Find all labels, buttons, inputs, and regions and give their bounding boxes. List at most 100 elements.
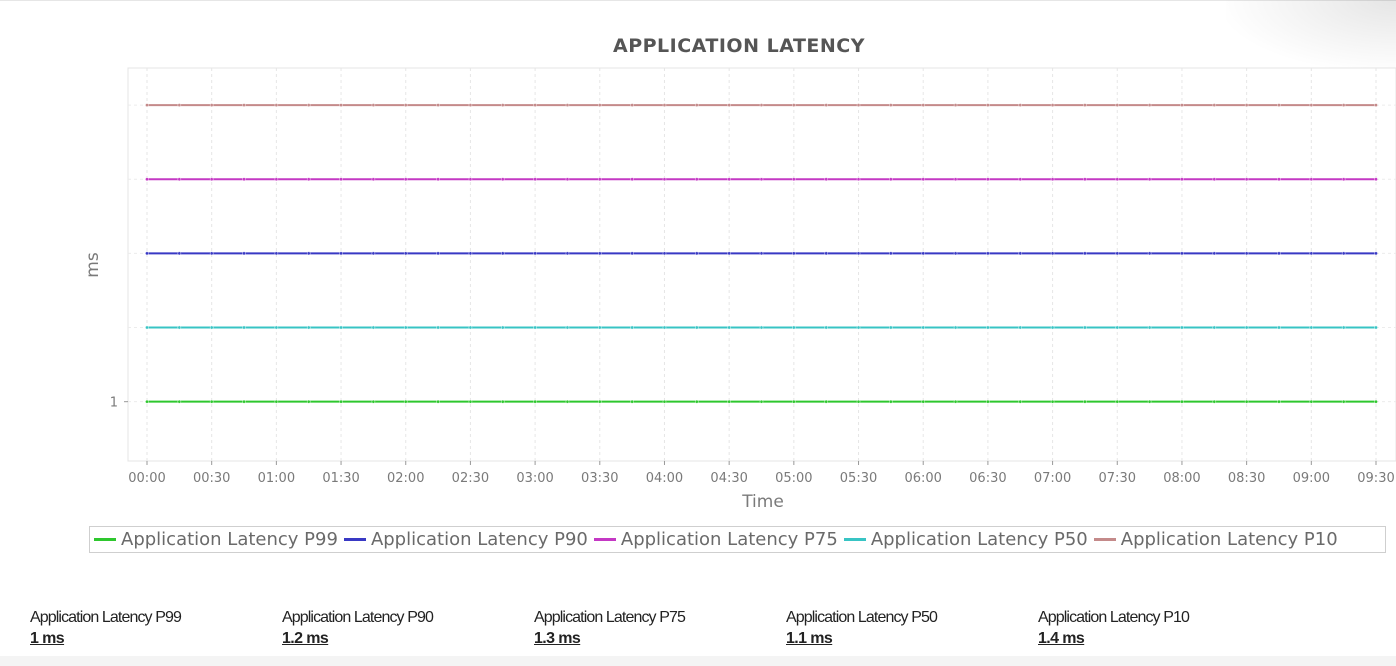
data-point bbox=[1147, 399, 1152, 404]
data-point bbox=[921, 251, 926, 256]
data-point bbox=[759, 177, 764, 182]
data-point bbox=[889, 251, 893, 256]
data-point bbox=[371, 325, 376, 330]
data-point bbox=[986, 177, 990, 182]
data-point bbox=[339, 251, 343, 256]
chart-legend: Application Latency P99 Application Laten… bbox=[89, 526, 1386, 553]
x-tick-label: 07:00 bbox=[1034, 471, 1071, 486]
data-point bbox=[242, 399, 246, 404]
data-point bbox=[597, 251, 602, 256]
legend-label: Application Latency P99 bbox=[121, 529, 338, 550]
legend-label: Application Latency P75 bbox=[620, 529, 838, 550]
data-point bbox=[177, 325, 182, 330]
data-point bbox=[1147, 325, 1152, 330]
summary-value-link[interactable]: 1.3 ms bbox=[534, 628, 786, 650]
data-point bbox=[1050, 399, 1055, 404]
x-tick-label: 02:30 bbox=[452, 471, 489, 486]
data-point bbox=[889, 399, 893, 404]
data-point bbox=[306, 399, 311, 404]
data-point bbox=[500, 399, 505, 404]
data-point bbox=[824, 325, 828, 330]
data-point bbox=[1083, 325, 1087, 330]
x-tick-label: 02:00 bbox=[387, 471, 424, 486]
summary-value-link[interactable]: 1.4 ms bbox=[1038, 628, 1290, 650]
data-point bbox=[953, 399, 958, 404]
data-point bbox=[339, 177, 343, 182]
data-point bbox=[533, 325, 537, 330]
data-point bbox=[824, 399, 828, 404]
data-point bbox=[1180, 399, 1184, 404]
x-tick-label: 05:00 bbox=[775, 471, 812, 486]
legend-item[interactable]: Application Latency P75 bbox=[593, 529, 838, 550]
data-point bbox=[565, 325, 570, 330]
data-point bbox=[792, 177, 796, 182]
data-point bbox=[727, 399, 731, 404]
data-point bbox=[533, 399, 537, 404]
data-point bbox=[1212, 325, 1217, 330]
legend-item[interactable]: Application Latency P90 bbox=[343, 529, 588, 550]
data-point bbox=[403, 177, 408, 182]
legend-label: Application Latency P10 bbox=[1120, 529, 1338, 550]
data-point bbox=[1341, 177, 1346, 182]
data-point bbox=[695, 399, 699, 404]
data-point bbox=[921, 399, 926, 404]
bottom-strip bbox=[0, 656, 1396, 666]
data-point bbox=[695, 251, 699, 256]
summary-value-link[interactable]: 1.1 ms bbox=[786, 628, 1038, 650]
data-point bbox=[177, 399, 182, 404]
data-point bbox=[1277, 325, 1281, 330]
data-point bbox=[1374, 251, 1378, 256]
data-point bbox=[403, 325, 408, 330]
data-point bbox=[695, 103, 699, 107]
legend-item[interactable]: Application Latency P99 bbox=[94, 529, 338, 550]
legend-item[interactable]: Application Latency P50 bbox=[843, 529, 1088, 550]
x-tick-label: 08:00 bbox=[1163, 471, 1200, 486]
data-point bbox=[792, 399, 796, 404]
data-point bbox=[468, 251, 473, 256]
data-point bbox=[436, 399, 440, 404]
data-point bbox=[1277, 251, 1281, 256]
latency-chart: APPLICATION LATENCY 00:00 00:30 01:00 01:30… bbox=[83, 35, 1396, 512]
data-point bbox=[1374, 325, 1378, 330]
data-point bbox=[1309, 177, 1314, 182]
legend-swatch bbox=[843, 538, 866, 541]
data-point bbox=[824, 251, 828, 256]
data-point bbox=[177, 103, 182, 107]
data-point bbox=[209, 399, 214, 404]
data-point bbox=[274, 399, 279, 404]
summary-value-link[interactable]: 1 ms bbox=[30, 628, 282, 650]
data-point bbox=[662, 103, 667, 107]
data-point bbox=[1244, 177, 1249, 182]
summary-label: Application Latency P99 bbox=[30, 609, 182, 626]
data-point bbox=[209, 103, 214, 107]
data-point bbox=[1341, 325, 1346, 330]
data-point bbox=[242, 177, 246, 182]
data-point bbox=[889, 177, 893, 182]
x-tick-label: 04:00 bbox=[646, 471, 683, 486]
data-point bbox=[921, 103, 926, 107]
data-point bbox=[727, 177, 731, 182]
data-point bbox=[468, 325, 473, 330]
data-point bbox=[1083, 251, 1087, 256]
data-point bbox=[1244, 103, 1249, 107]
data-point bbox=[371, 103, 376, 107]
summary-item: Application Latency P90 1.2 ms bbox=[282, 608, 534, 650]
data-point bbox=[1374, 103, 1378, 107]
data-point bbox=[727, 251, 731, 256]
data-point bbox=[145, 325, 149, 330]
data-point bbox=[759, 399, 764, 404]
data-point bbox=[856, 103, 861, 107]
legend-swatch bbox=[343, 538, 366, 541]
data-point bbox=[856, 251, 861, 256]
data-point bbox=[500, 103, 505, 107]
x-tick-label: 09:00 bbox=[1293, 471, 1330, 486]
data-point bbox=[371, 399, 376, 404]
data-point bbox=[1115, 251, 1120, 256]
data-point bbox=[1083, 103, 1087, 107]
data-point bbox=[1050, 103, 1055, 107]
data-point bbox=[371, 177, 376, 182]
legend-item[interactable]: Application Latency P10 bbox=[1093, 529, 1338, 550]
data-point bbox=[1050, 325, 1055, 330]
summary-value-link[interactable]: 1.2 ms bbox=[282, 628, 534, 650]
data-point bbox=[889, 103, 893, 107]
